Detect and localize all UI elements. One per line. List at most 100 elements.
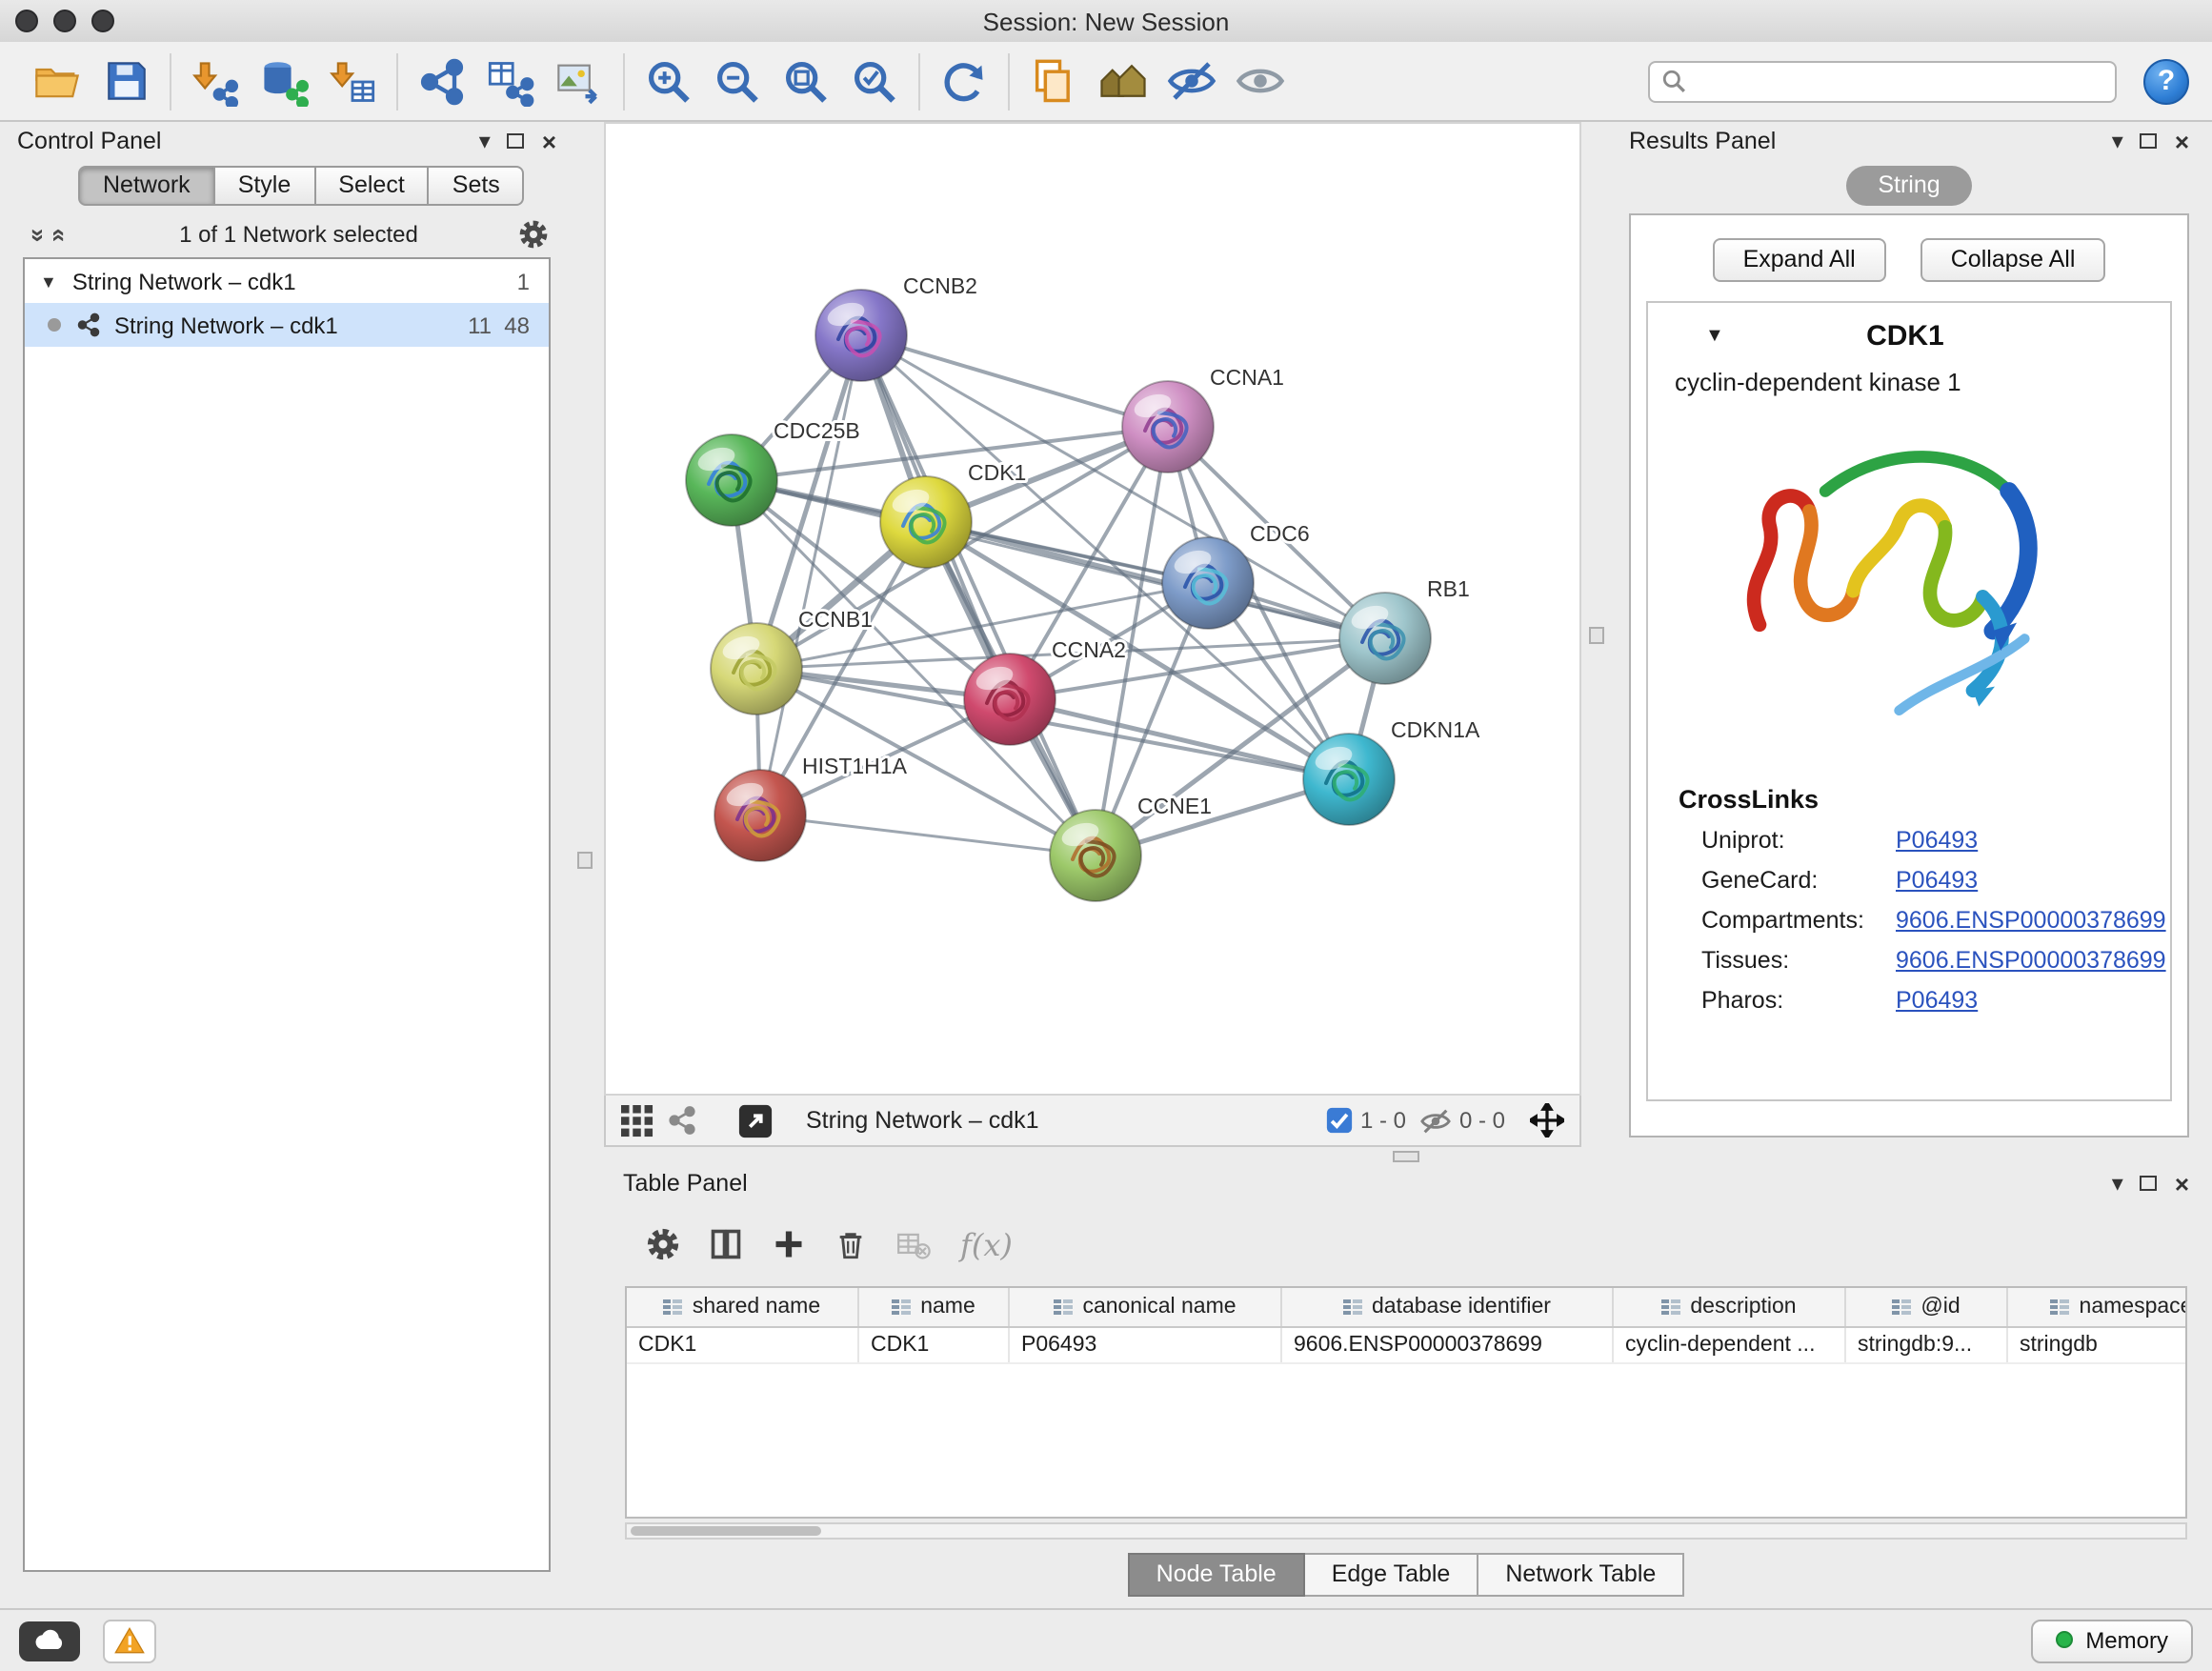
tab-edge-table[interactable]: Edge Table [1305,1553,1479,1597]
vertical-splitter-grip[interactable] [577,852,593,869]
disclosure-triangle-icon[interactable]: ▼ [40,272,57,291]
column-header-namespace[interactable]: namespace [2008,1288,2187,1326]
new-network-button[interactable] [408,47,476,115]
node-CCNB2[interactable]: CCNB2 [815,273,977,381]
cloud-button[interactable] [19,1621,80,1661]
panel-menu-icon[interactable]: ▾ [2112,1172,2123,1195]
collapse-all-button[interactable]: Collapse All [1920,238,2106,282]
column-header-name[interactable]: name [859,1288,1010,1326]
node-RB1[interactable]: RB1 [1339,576,1470,684]
open-session-button[interactable] [23,47,91,115]
cell-description[interactable]: cyclin-dependent ... [1614,1328,1846,1362]
column-header-canonical-name[interactable]: canonical name [1010,1288,1282,1326]
network-row-selected[interactable]: String Network – cdk1 11 48 [25,303,549,347]
open-in-new-icon[interactable] [737,1102,774,1138]
browser-home-button[interactable] [1088,47,1156,115]
crosslink-value-link[interactable]: P06493 [1896,827,1978,854]
network-from-table-button[interactable] [476,47,545,115]
warnings-button[interactable] [103,1619,156,1662]
toolbar-separator [170,52,171,110]
zoom-out-icon [713,56,762,106]
zoom-out-button[interactable] [703,47,772,115]
network-glyph-icon[interactable] [667,1105,697,1136]
delete-column-icon[interactable] [835,1228,867,1260]
gear-icon[interactable] [646,1227,680,1261]
cell-canonical-name[interactable]: P06493 [1010,1328,1282,1362]
tab-string[interactable]: String [1845,166,1972,206]
tab-node-table[interactable]: Node Table [1128,1553,1305,1597]
column-header-id[interactable]: @id [1846,1288,2008,1326]
tab-sets[interactable]: Sets [430,166,525,206]
birdseye-grid-icon[interactable] [621,1104,654,1137]
node-CDK1[interactable]: CDK1 [880,460,1026,568]
close-panel-icon[interactable]: × [2175,1171,2189,1196]
edge-HIST1H1A-CCNE1[interactable] [760,815,1096,856]
show-all-button[interactable] [1225,47,1294,115]
cell-shared-name[interactable]: CDK1 [627,1328,859,1362]
network-canvas[interactable]: CCNB2CCNA1CDC25BCDK1CDC6RB1CCNB1CCNA2CDK… [606,124,1579,1094]
float-panel-icon[interactable] [2141,1176,2158,1191]
tab-style[interactable]: Style [215,166,316,206]
show-columns-icon[interactable] [709,1227,743,1261]
apply-layout-button[interactable] [930,47,998,115]
vertical-splitter-grip[interactable] [1589,627,1604,644]
horizontal-splitter-grip[interactable] [1393,1151,1419,1162]
search-box [1648,60,2117,102]
close-window-button[interactable] [15,10,38,32]
column-header-database-identifier[interactable]: database identifier [1282,1288,1614,1326]
expand-all-icon[interactable]: « [47,228,75,241]
node-CDKN1A[interactable]: CDKN1A [1303,717,1480,825]
cell-name[interactable]: CDK1 [859,1328,1010,1362]
tab-select[interactable]: Select [315,166,430,206]
collapse-protein-icon[interactable]: ▼ [1705,326,1724,347]
crosslink-value-link[interactable]: 9606.ENSP00000378699 [1896,947,2166,974]
tab-network[interactable]: Network [78,166,215,206]
hide-selected-button[interactable] [1156,47,1225,115]
help-button[interactable]: ? [2143,58,2189,104]
table-row[interactable]: CDK1CDK1P064939606.ENSP00000378699cyclin… [627,1328,2185,1364]
cell-id[interactable]: stringdb:9... [1846,1328,2008,1362]
gear-icon[interactable] [518,219,549,250]
zoom-window-button[interactable] [91,10,114,32]
node-CCNA1[interactable]: CCNA1 [1122,365,1284,473]
save-session-button[interactable] [91,47,160,115]
scrollbar-thumb[interactable] [631,1526,821,1536]
expand-all-button[interactable]: Expand All [1713,238,1886,282]
column-header-shared-name[interactable]: shared name [627,1288,859,1326]
search-input[interactable] [1694,66,2103,96]
cell-database-identifier[interactable]: 9606.ENSP00000378699 [1282,1328,1614,1362]
export-image-button[interactable] [545,47,613,115]
tab-network-table[interactable]: Network Table [1478,1553,1684,1597]
crosslink-value-link[interactable]: P06493 [1896,867,1978,894]
panel-menu-icon[interactable]: ▾ [2112,130,2123,152]
crosslink-value-link[interactable]: P06493 [1896,987,1978,1014]
cell-namespace[interactable]: stringdb [2008,1328,2187,1362]
crosslink-value-link[interactable]: 9606.ENSP00000378699 [1896,907,2166,934]
zoom-selected-button[interactable] [840,47,909,115]
column-header-description[interactable]: description [1614,1288,1846,1326]
duplicate-network-button[interactable] [1019,47,1088,115]
close-panel-icon[interactable]: × [2175,129,2189,153]
add-column-icon[interactable] [772,1227,806,1261]
edge-CCNB2-CCNA1[interactable] [861,335,1168,427]
network-statusbar: String Network – cdk1 1 - 0 0 - 0 [604,1096,1581,1147]
minimize-window-button[interactable] [53,10,76,32]
import-network-file-button[interactable] [181,47,250,115]
edge-CCNB2-HIST1H1A[interactable] [760,335,861,815]
edge-CDK1-RB1[interactable] [926,522,1385,638]
close-panel-icon[interactable]: × [542,129,556,153]
memory-button[interactable]: Memory [2030,1619,2193,1662]
network-collection-row[interactable]: ▼ String Network – cdk1 1 [25,259,549,303]
import-network-database-button[interactable] [250,47,318,115]
table-tabs: Node Table Edge Table Network Table [615,1553,2197,1597]
float-panel-icon[interactable] [2141,133,2158,149]
window-controls [15,0,114,42]
float-panel-icon[interactable] [508,133,525,149]
panel-menu-icon[interactable]: ▾ [479,130,491,152]
import-table-button[interactable] [318,47,387,115]
zoom-fit-button[interactable] [772,47,840,115]
pan-crosshair-icon[interactable] [1530,1103,1564,1137]
node-HIST1H1A[interactable]: HIST1H1A [714,754,908,861]
cloud-icon [32,1629,67,1652]
zoom-in-button[interactable] [634,47,703,115]
